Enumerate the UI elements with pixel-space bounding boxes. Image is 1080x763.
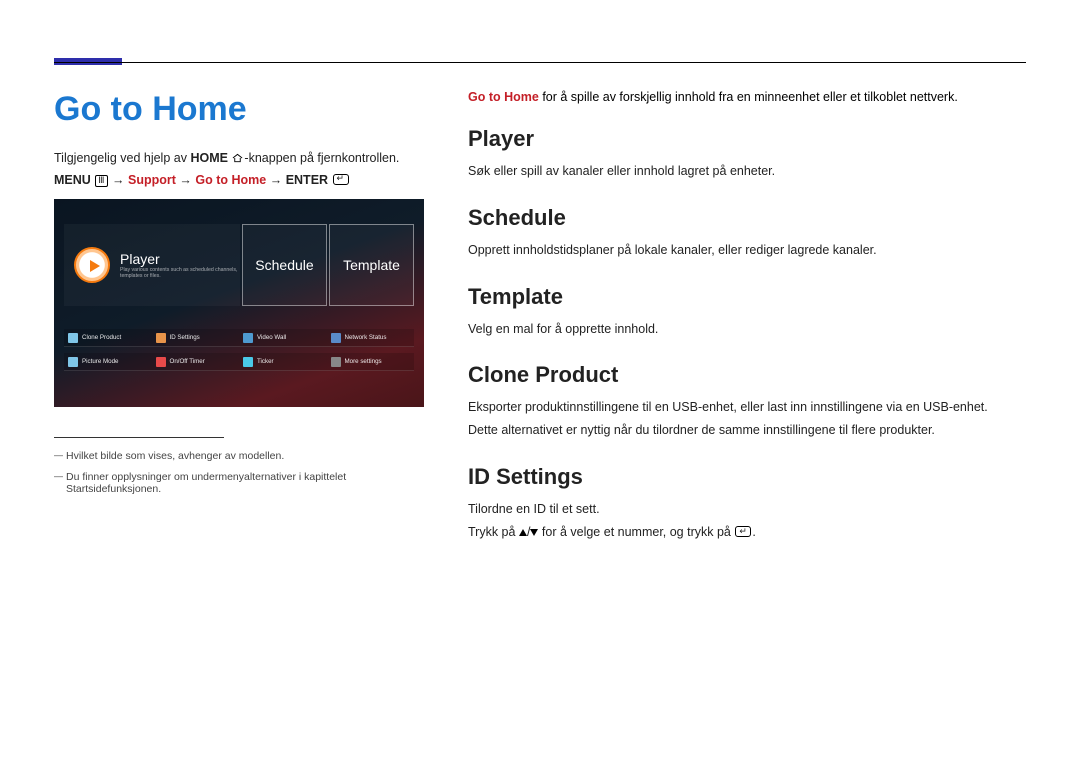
footnote-separator — [54, 437, 224, 438]
chip-label: Network Status — [345, 334, 387, 341]
section-text-clone-1: Eksporter produktinnstillingene til en U… — [468, 398, 1026, 417]
ui-screenshot: Player Play various contents such as sch… — [54, 199, 424, 407]
play-icon — [74, 247, 110, 283]
intro-home-bold: HOME — [190, 151, 228, 165]
section-text-schedule: Opprett innholdstidsplaner på lokale kan… — [468, 241, 1026, 260]
enter-icon — [333, 174, 349, 185]
ui-chip-more-settings[interactable]: More settings — [327, 353, 415, 371]
video-wall-icon — [243, 333, 253, 343]
section-text-id-1: Tilordne en ID til et sett. — [468, 500, 1026, 519]
right-intro-rest: for å spille av forskjellig innhold fra … — [539, 90, 958, 104]
path-enter: ENTER — [286, 173, 328, 187]
chip-label: Picture Mode — [82, 358, 118, 365]
ui-chip-onoff-timer[interactable]: On/Off Timer — [152, 353, 240, 371]
section-text-id-2: Trykk på / for å velge et nummer, og try… — [468, 523, 1026, 542]
menu-icon: Ⅲ — [95, 175, 107, 187]
chip-label: Clone Product — [82, 334, 121, 341]
right-intro-red: Go to Home — [468, 90, 539, 104]
page-title: Go to Home — [54, 90, 424, 129]
intro-pre: Tilgjengelig ved hjelp av — [54, 151, 190, 165]
ui-player-subtitle: Play various contents such as scheduled … — [120, 267, 240, 279]
section-heading-id-settings: ID Settings — [468, 464, 1026, 490]
ui-chip-row: Clone Product ID Settings Video Wall Net… — [64, 329, 414, 377]
triangle-up-icon — [519, 529, 527, 536]
id-p2-pre: Trykk på — [468, 525, 519, 539]
ui-player-title: Player — [120, 251, 240, 267]
arrow-icon: → — [179, 173, 192, 187]
section-text-template: Velg en mal for å opprette innhold. — [468, 320, 1026, 339]
arrow-icon: → — [270, 173, 283, 187]
ui-chip-network-status[interactable]: Network Status — [327, 329, 415, 347]
section-heading-player: Player — [468, 126, 1026, 152]
ui-tile-player[interactable]: Player Play various contents such as sch… — [64, 224, 240, 306]
footnote-1: Hvilket bilde som vises, avhenger av mod… — [54, 450, 424, 462]
arrow-icon: → — [112, 173, 125, 187]
section-text-player: Søk eller spill av kanaler eller innhold… — [468, 162, 1026, 181]
more-settings-icon — [331, 357, 341, 367]
chip-label: Video Wall — [257, 334, 286, 341]
ui-chip-picture-mode[interactable]: Picture Mode — [64, 353, 152, 371]
path-menu: MENU — [54, 173, 91, 187]
section-text-clone-2: Dette alternativet er nyttig når du tilo… — [468, 421, 1026, 440]
chip-label: Ticker — [257, 358, 274, 365]
intro-text: Tilgjengelig ved hjelp av HOME -knappen … — [54, 151, 424, 165]
id-p2-post: . — [752, 525, 755, 539]
chip-label: More settings — [345, 358, 382, 365]
home-icon — [232, 152, 243, 162]
network-status-icon — [331, 333, 341, 343]
intro-post: -knappen på fjernkontrollen. — [244, 151, 399, 165]
ui-tile-schedule[interactable]: Schedule — [242, 224, 327, 306]
ui-chip-video-wall[interactable]: Video Wall — [239, 329, 327, 347]
section-heading-schedule: Schedule — [468, 205, 1026, 231]
header-rule — [54, 62, 1026, 63]
section-heading-template: Template — [468, 284, 1026, 310]
onoff-timer-icon — [156, 357, 166, 367]
ui-chip-ticker[interactable]: Ticker — [239, 353, 327, 371]
ticker-icon — [243, 357, 253, 367]
id-p2-mid: for å velge et nummer, og trykk på — [538, 525, 734, 539]
clone-product-icon — [68, 333, 78, 343]
ui-row-selected: Player Play various contents such as sch… — [64, 224, 414, 306]
path-gotohome: Go to Home — [195, 173, 266, 187]
enter-icon — [735, 526, 751, 537]
ui-chip-id-settings[interactable]: ID Settings — [152, 329, 240, 347]
nav-path: MENU Ⅲ → Support → Go to Home → ENTER — [54, 173, 424, 187]
right-intro: Go to Home for å spille av forskjellig i… — [468, 90, 1026, 104]
chip-label: On/Off Timer — [170, 358, 205, 365]
picture-mode-icon — [68, 357, 78, 367]
path-support: Support — [128, 173, 176, 187]
id-settings-icon — [156, 333, 166, 343]
footnote-2: Du finner opplysninger om undermenyalter… — [54, 471, 424, 495]
chip-label: ID Settings — [170, 334, 200, 341]
section-heading-clone-product: Clone Product — [468, 362, 1026, 388]
ui-chip-clone-product[interactable]: Clone Product — [64, 329, 152, 347]
ui-tile-template[interactable]: Template — [329, 224, 414, 306]
